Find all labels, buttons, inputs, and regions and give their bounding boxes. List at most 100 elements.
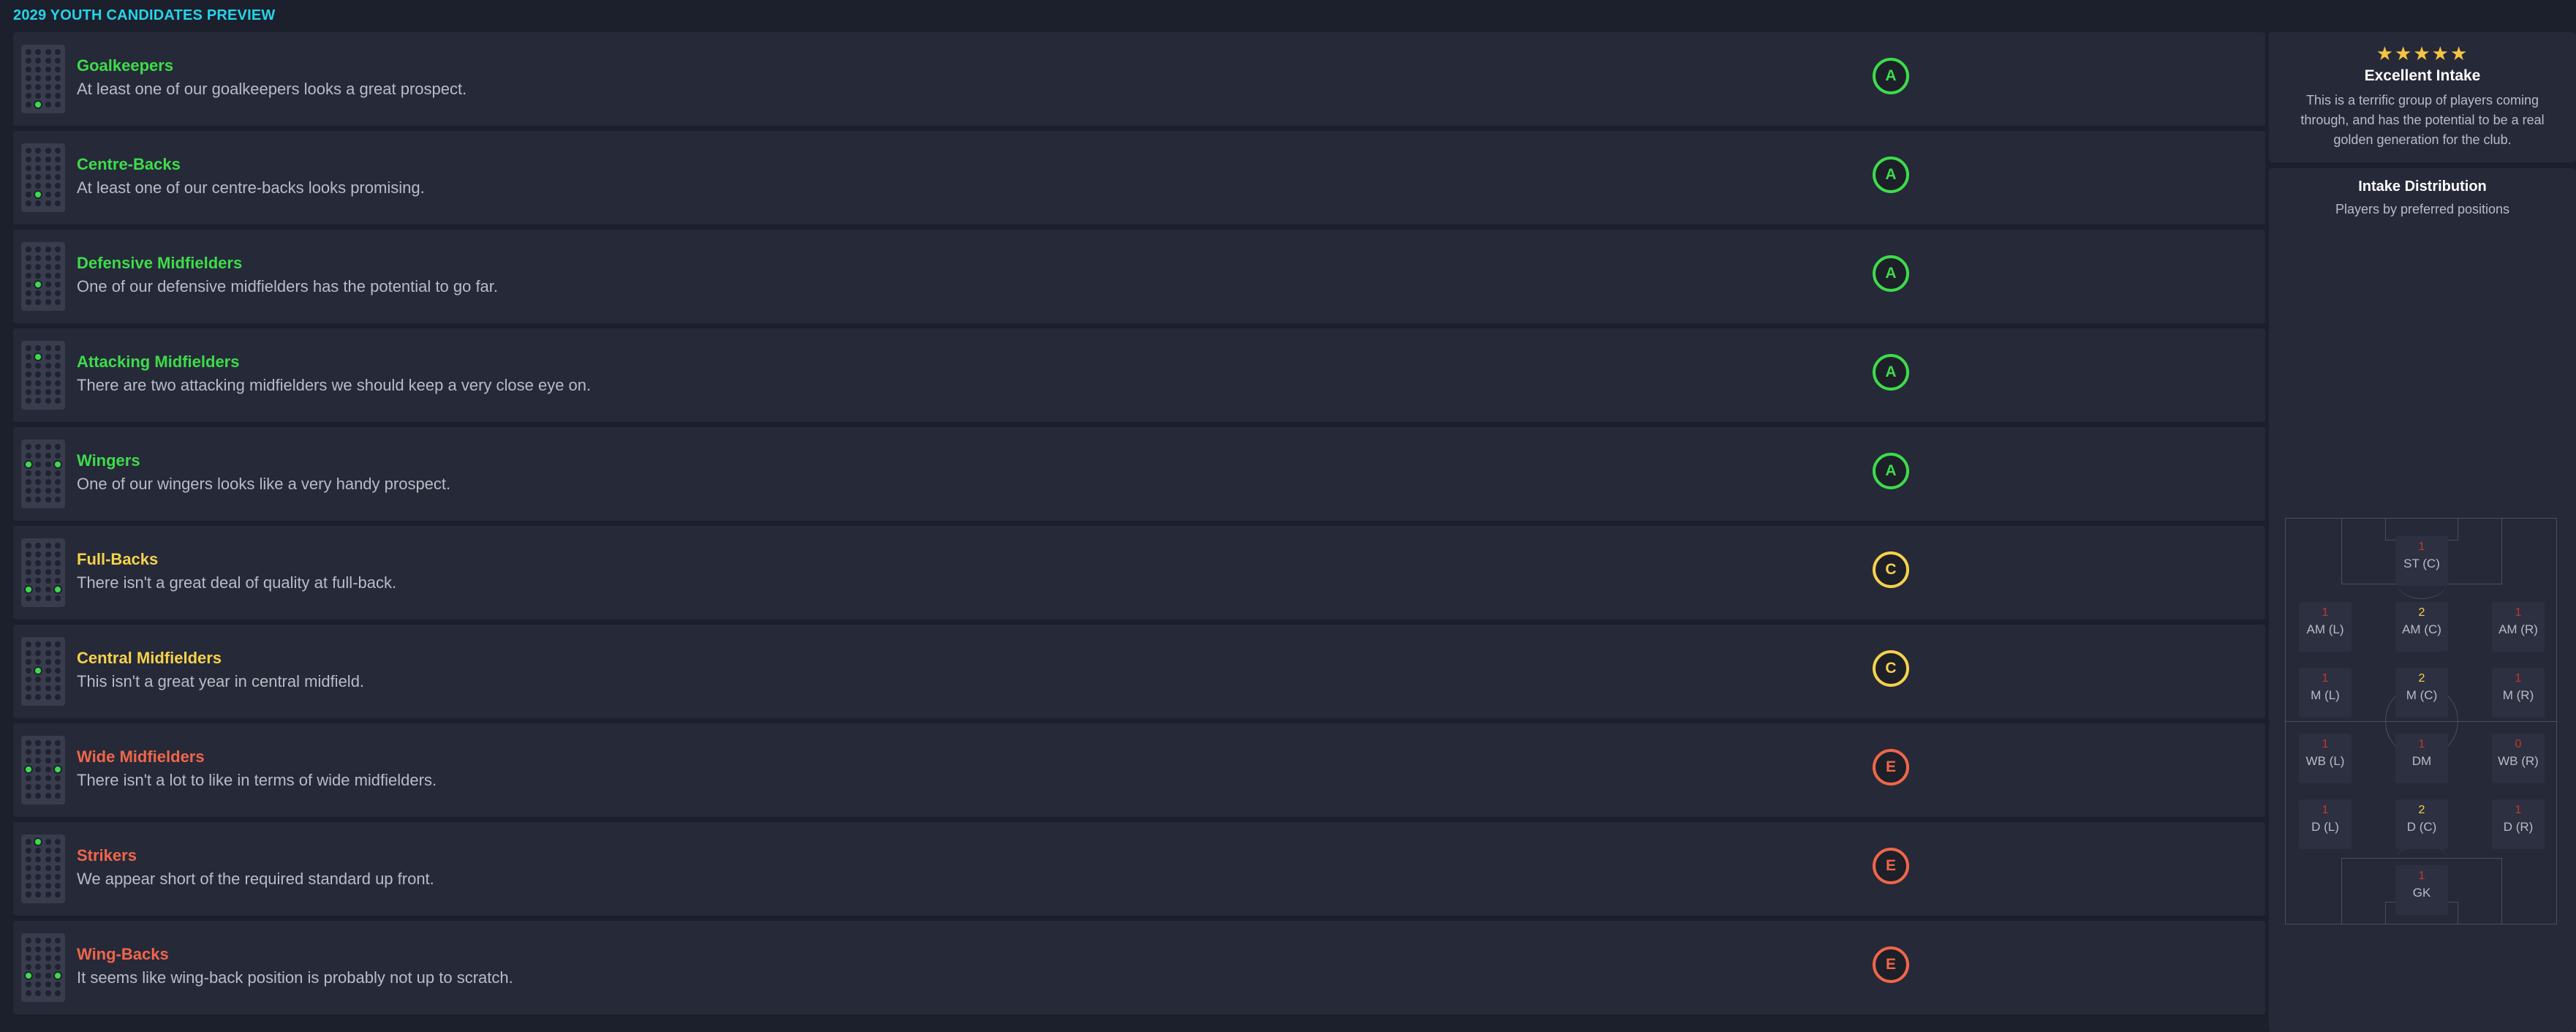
position-label: WB (R) — [2498, 754, 2539, 768]
intake-description: This is a terrific group of players comi… — [2300, 93, 2545, 147]
position-label: M (C) — [2406, 688, 2438, 702]
position-description: One of our defensive midfielders has the… — [77, 277, 499, 295]
position-row[interactable]: Attacking Midfielders There are two attac… — [13, 328, 2265, 422]
position-label: AM (R) — [2498, 622, 2538, 636]
position-row[interactable]: Full-Backs There isn't a great deal of qu… — [13, 526, 2265, 619]
position-count: 2 — [2418, 672, 2425, 685]
position-row[interactable]: Wingers One of our wingers looks like a v… — [13, 427, 2265, 521]
position-row[interactable]: Wing-Backs It seems like wing-back positi… — [13, 921, 2265, 1014]
position-description: There are two attacking midfielders we s… — [77, 376, 592, 394]
position-description: At least one of our centre-backs looks p… — [77, 178, 425, 197]
pitch-dm-icon — [21, 242, 65, 311]
position-label: M (R) — [2502, 688, 2534, 702]
grade-badge: A — [1873, 157, 1909, 193]
grade-badge: E — [1873, 946, 1909, 983]
position-description: It seems like wing-back position is prob… — [77, 968, 513, 987]
position-label: DM — [2411, 754, 2432, 768]
position-count: 1 — [2418, 870, 2425, 882]
grade-badge: C — [1873, 650, 1909, 687]
position-count: 1 — [2418, 541, 2425, 553]
position-label: D (R) — [2503, 820, 2534, 834]
position-label: ST (C) — [2403, 557, 2440, 570]
position-count: 1 — [2322, 672, 2329, 685]
position-count: 1 — [2418, 738, 2425, 750]
distribution-subtitle: Players by preferred positions — [2335, 202, 2510, 216]
position-row[interactable]: Defensive Midfielders One of our defensiv… — [13, 230, 2265, 323]
position-count: 2 — [2418, 804, 2425, 816]
position-count: 1 — [2515, 606, 2522, 619]
position-cell[interactable]: 2 AM (C) — [2395, 602, 2448, 652]
position-count: 1 — [2322, 606, 2329, 619]
position-title: Defensive Midfielders — [77, 254, 243, 272]
intake-title: Excellent Intake — [2364, 67, 2481, 84]
position-label: WB (L) — [2305, 754, 2345, 768]
pitch-cb-icon — [21, 143, 65, 212]
grade-badge: C — [1873, 551, 1909, 588]
pitch-wm-icon — [21, 736, 65, 805]
position-title: Central Midfielders — [77, 649, 222, 667]
position-count: 1 — [2322, 804, 2329, 816]
position-count: 0 — [2515, 738, 2522, 750]
pitch-fb-icon — [21, 538, 65, 607]
grade-badge: A — [1873, 255, 1909, 292]
page-title: 2029 YOUTH CANDIDATES PREVIEW — [13, 7, 276, 23]
pitch-winger-icon — [21, 440, 65, 508]
pitch-diagram: 1 ST (C) 1 AM (L) 2 AM (C) 1 AM (R) 1 M (L) 2 M (C)… — [2285, 518, 2557, 924]
position-cell[interactable]: 1 D (R) — [2492, 799, 2545, 849]
grade-badge: E — [1873, 848, 1909, 884]
position-description: We appear short of the required standard… — [77, 870, 434, 888]
star-rating-icon: ★★★★★ — [2376, 42, 2469, 64]
position-title: Attacking Midfielders — [77, 353, 240, 371]
position-title: Wide Midfielders — [77, 747, 205, 766]
position-label: M (L) — [2311, 688, 2340, 702]
position-cell[interactable]: 1 AM (L) — [2299, 602, 2352, 652]
position-cell[interactable]: 1 DM — [2395, 734, 2448, 783]
position-cell[interactable]: 0 WB (R) — [2492, 734, 2545, 783]
position-title: Strikers — [77, 846, 137, 865]
position-label: D (L) — [2311, 820, 2339, 834]
position-count: 1 — [2515, 672, 2522, 685]
pitch-gk-icon — [21, 45, 65, 113]
position-count: 1 — [2322, 738, 2329, 750]
distribution-title: Intake Distribution — [2358, 178, 2487, 195]
position-label: AM (L) — [2306, 622, 2344, 636]
position-cell[interactable]: 1 M (L) — [2299, 668, 2352, 717]
position-description: There isn't a great deal of quality at f… — [77, 573, 397, 592]
position-cell[interactable]: 2 D (C) — [2395, 799, 2448, 849]
intake-distribution-panel: Intake Distribution Players by preferred… — [2269, 168, 2576, 1032]
position-row[interactable]: Goalkeepers At least one of our goalkeepe… — [13, 32, 2265, 126]
position-description: This isn't a great year in central midfi… — [77, 672, 365, 690]
grade-badge: A — [1873, 58, 1909, 94]
position-cell[interactable]: 1 WB (L) — [2299, 734, 2352, 783]
position-count: 1 — [2515, 804, 2522, 816]
position-cell[interactable]: 1 GK — [2395, 865, 2448, 915]
position-list: Goalkeepers At least one of our goalkeepe… — [13, 32, 2265, 1020]
position-description: At least one of our goalkeepers looks a … — [77, 80, 467, 98]
position-cell[interactable]: 1 AM (R) — [2492, 602, 2545, 652]
position-title: Full-Backs — [77, 550, 159, 568]
position-row[interactable]: Strikers We appear short of the required … — [13, 822, 2265, 916]
position-cell[interactable]: 1 M (R) — [2492, 668, 2545, 717]
position-row[interactable]: Central Midfielders This isn't a great ye… — [13, 625, 2265, 718]
position-cell[interactable]: 1 D (L) — [2299, 799, 2352, 849]
position-title: Centre-Backs — [77, 155, 181, 173]
position-description: One of our wingers looks like a very han… — [77, 475, 451, 493]
position-cell[interactable]: 1 ST (C) — [2395, 536, 2448, 586]
position-title: Goalkeepers — [77, 56, 174, 75]
position-cell[interactable]: 2 M (C) — [2395, 668, 2448, 717]
position-label: GK — [2412, 886, 2431, 900]
pitch-cm-icon — [21, 637, 65, 706]
position-description: There isn't a lot to like in terms of wi… — [77, 771, 437, 789]
position-title: Wing-Backs — [77, 945, 169, 963]
grade-badge: A — [1873, 453, 1909, 489]
pitch-st-icon — [21, 835, 65, 903]
position-row[interactable]: Wide Midfielders There isn't a lot to lik… — [13, 723, 2265, 817]
position-title: Wingers — [77, 451, 140, 470]
position-label: AM (C) — [2402, 622, 2441, 636]
position-row[interactable]: Centre-Backs At least one of our centre-b… — [13, 131, 2265, 225]
grade-badge: E — [1873, 749, 1909, 786]
grade-badge: A — [1873, 354, 1909, 391]
position-label: D (C) — [2406, 820, 2437, 834]
intake-summary-panel: ★★★★★ Excellent Intake This is a terrifi… — [2269, 32, 2576, 162]
pitch-am-icon — [21, 341, 65, 410]
